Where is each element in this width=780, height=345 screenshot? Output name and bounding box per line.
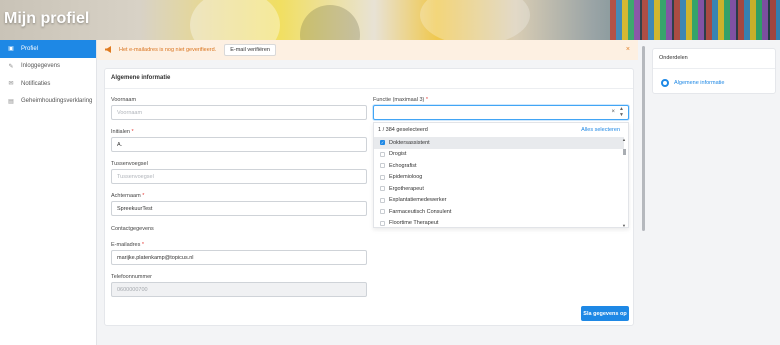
functie-option[interactable]: Echografist xyxy=(374,160,624,172)
general-info-card: Algemene informatie Voornaam Voornaam In… xyxy=(104,68,634,326)
envelope-icon: ✉ xyxy=(8,81,14,88)
functie-select[interactable]: × ▲ ▼ xyxy=(373,105,629,120)
clear-icon[interactable]: × xyxy=(611,109,615,115)
functie-dropdown: 1 / 384 geselecteerd Alles selecteren ✓ D… xyxy=(373,122,629,228)
option-list: ✓ Doktersassistent Drogist Echografist Epide… xyxy=(374,137,624,229)
achternaam-label-text: Achternaam xyxy=(111,193,141,199)
required-mark: * xyxy=(142,193,145,199)
dropdown-scrollbar[interactable]: ▲ ▼ xyxy=(622,137,627,228)
checkbox-checked-icon[interactable]: ✓ xyxy=(380,140,385,146)
option-label: Drogist xyxy=(389,151,407,158)
telefoon-input[interactable]: 0600000700 xyxy=(111,282,367,297)
checkbox-icon[interactable] xyxy=(380,151,385,157)
sidebar-item-profiel[interactable]: ▣ Profiel xyxy=(0,40,96,58)
email-label-text: E-mailadres xyxy=(111,242,141,248)
scroll-thumb[interactable] xyxy=(623,149,626,155)
radio-dot-icon xyxy=(661,79,669,87)
banner-decoration xyxy=(420,0,530,40)
functie-option[interactable]: Ergotherapeut xyxy=(374,183,624,195)
option-label: Explantatiemedewerker xyxy=(389,197,447,204)
scroll-up-icon[interactable]: ▲ xyxy=(622,137,626,142)
sidebar-item-label: Profiel xyxy=(21,45,39,52)
sidebar-item-inloggegevens[interactable]: ✎ Inloggegevens xyxy=(0,58,96,76)
document-icon: ▤ xyxy=(8,98,14,105)
page-title: Mijn profiel xyxy=(4,10,90,27)
sidebar-item-geheimhoudingsverklaring[interactable]: ▤ Geheimhoudingsverklaring xyxy=(0,93,96,111)
toc-item-label: Algemene informatie xyxy=(674,80,725,86)
functie-option[interactable]: Farmaceutisch Consulent xyxy=(374,206,624,218)
functie-label-text: Functie (maximaal 3) xyxy=(373,97,425,103)
functie-option[interactable]: Drogist xyxy=(374,149,624,161)
key-icon: ✎ xyxy=(8,63,14,70)
save-button[interactable]: Sla gegevens op xyxy=(581,306,629,321)
tussenvoegsel-label: Tussenvoegsel xyxy=(111,161,148,167)
initialen-input[interactable]: A. xyxy=(111,137,367,152)
initialen-label: Initialen * xyxy=(111,129,134,135)
email-field[interactable]: marijke.platenkamp@topicus.nl xyxy=(111,250,367,265)
page-scrollbar[interactable] xyxy=(641,44,646,340)
tussenvoegsel-label-text: Tussenvoegsel xyxy=(111,161,148,167)
functie-label: Functie (maximaal 3) * xyxy=(373,97,428,103)
checkbox-icon[interactable] xyxy=(380,220,385,226)
initialen-label-text: Initialen xyxy=(111,129,130,135)
section-heading-contact: Contactgegevens xyxy=(111,226,154,232)
divider xyxy=(105,88,633,89)
voornaam-label: Voornaam xyxy=(111,97,136,103)
option-label: Doktersassistent xyxy=(389,139,430,146)
checkbox-icon[interactable] xyxy=(380,186,385,192)
functie-option[interactable]: Floortime Therapeut xyxy=(374,218,624,230)
scroll-down-icon[interactable]: ▼ xyxy=(622,223,626,228)
option-label: Farmaceutisch Consulent xyxy=(389,208,452,215)
tussenvoegsel-input[interactable]: Tussenvoegsel xyxy=(111,169,367,184)
id-card-icon: ▣ xyxy=(8,46,14,53)
card-title: Algemene informatie xyxy=(111,75,171,81)
sidebar-item-label: Geheimhoudingsverklaring xyxy=(21,98,93,105)
sections-panel-title: Onderdelen xyxy=(659,55,688,61)
voornaam-input[interactable]: Voornaam xyxy=(111,105,367,120)
divider xyxy=(653,68,775,69)
scroll-thumb[interactable] xyxy=(642,46,645,231)
required-mark: * xyxy=(131,129,134,135)
option-label: Epidemioloog xyxy=(389,174,423,181)
close-icon[interactable]: × xyxy=(626,46,630,53)
checkbox-icon[interactable] xyxy=(380,209,385,215)
option-label: Floortime Therapeut xyxy=(389,220,439,227)
checkbox-icon[interactable] xyxy=(380,197,385,203)
banner-decoration xyxy=(610,0,780,40)
sidebar-item-notificaties[interactable]: ✉ Notificaties xyxy=(0,75,96,93)
selection-count: 1 / 384 geselecteerd xyxy=(378,127,428,133)
sidebar: ▣ Profiel ✎ Inloggegevens ✉ Notificaties… xyxy=(0,40,97,345)
voornaam-label-text: Voornaam xyxy=(111,97,137,103)
alert-message: Het e-mailadres is nog niet geverifieerd… xyxy=(119,47,217,53)
sidebar-item-label: Notificaties xyxy=(21,80,51,87)
option-label: Echografist xyxy=(389,162,417,169)
toc-item-algemene-informatie[interactable]: Algemene informatie xyxy=(661,79,724,87)
email-label: E-mailadres * xyxy=(111,242,144,248)
header-banner: Mijn profiel xyxy=(0,0,780,40)
verification-alert: Het e-mailadres is nog niet geverifieerd… xyxy=(97,40,638,60)
required-mark: * xyxy=(141,242,145,248)
checkbox-icon[interactable] xyxy=(380,174,385,180)
chevron-updown-icon: ▲ ▼ xyxy=(619,106,624,118)
verify-email-button[interactable]: E-mail verifiëren xyxy=(224,44,276,56)
banner-decoration xyxy=(300,5,360,40)
megaphone-icon xyxy=(105,45,113,55)
telefoon-label-text: Telefoonnummer xyxy=(111,274,152,280)
functie-option[interactable]: ✓ Doktersassistent xyxy=(374,137,624,149)
telefoon-label: Telefoonnummer xyxy=(111,274,152,280)
banner-decoration xyxy=(190,0,280,40)
option-label: Ergotherapeut xyxy=(389,185,424,192)
functie-option[interactable]: Explantatiemedewerker xyxy=(374,195,624,207)
select-all-link[interactable]: Alles selecteren xyxy=(581,127,620,133)
achternaam-input[interactable]: SpreekuurTest xyxy=(111,201,367,216)
sections-panel: Onderdelen Algemene informatie xyxy=(652,48,776,94)
functie-option[interactable]: Epidemioloog xyxy=(374,172,624,184)
achternaam-label: Achternaam * xyxy=(111,193,144,199)
sidebar-item-label: Inloggegevens xyxy=(21,63,61,70)
checkbox-icon[interactable] xyxy=(380,163,385,169)
required-mark: * xyxy=(425,97,429,103)
